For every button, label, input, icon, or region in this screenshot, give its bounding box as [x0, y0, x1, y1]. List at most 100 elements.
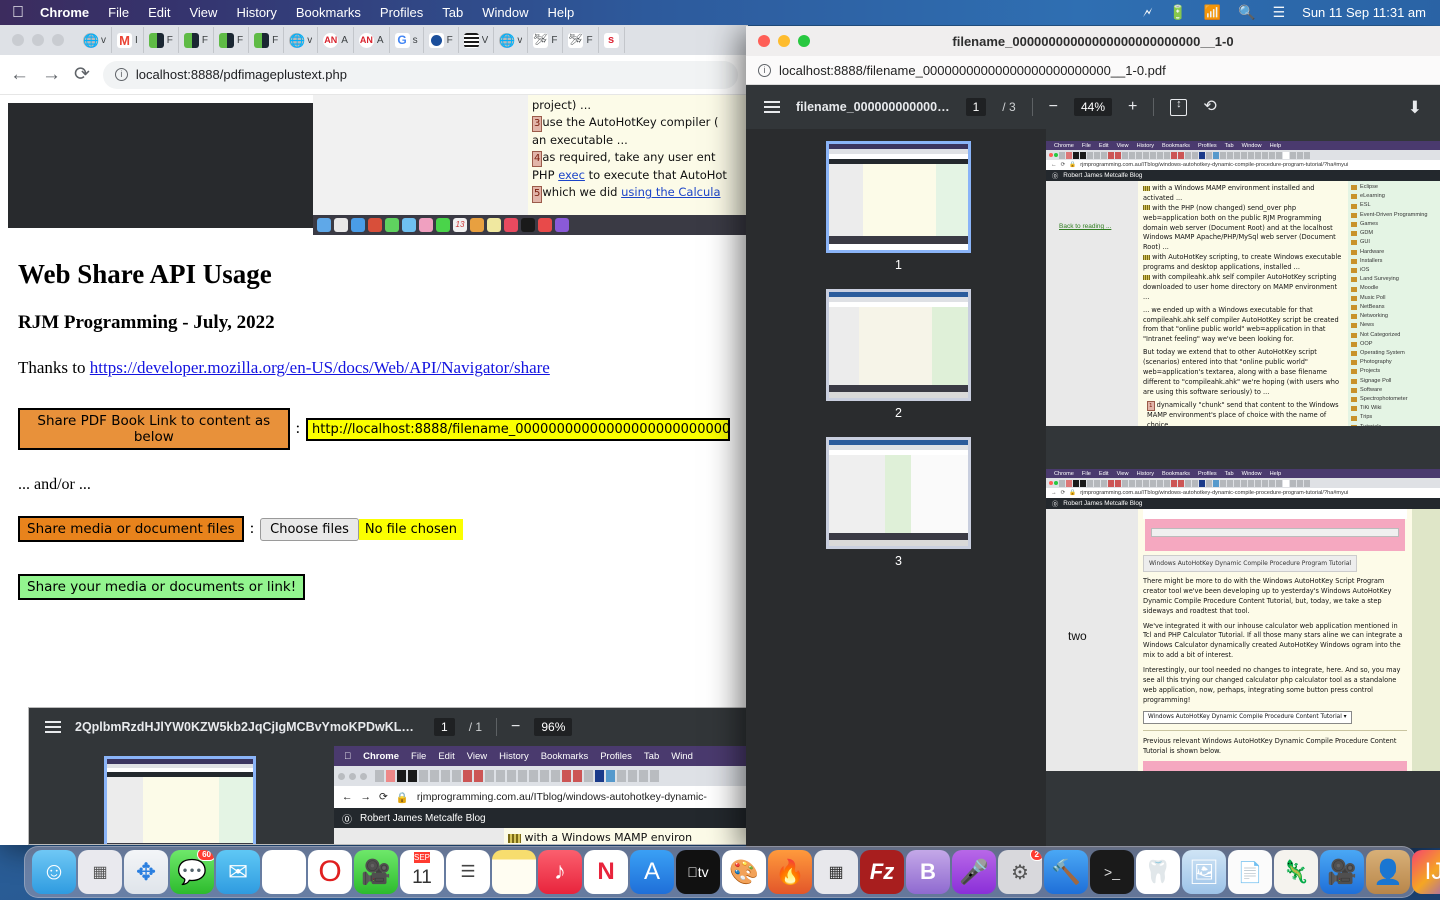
podcasts-icon[interactable]: 🎤	[952, 850, 996, 894]
tab-item[interactable]: MI	[112, 27, 144, 53]
maximize-button[interactable]	[52, 34, 64, 46]
tab-item[interactable]: AN A	[354, 27, 390, 53]
preview-icon[interactable]: 🖼	[1182, 850, 1226, 894]
menu-item-view[interactable]: View	[189, 5, 217, 20]
intellij-icon[interactable]: IJ	[1412, 850, 1440, 894]
plus-icon[interactable]: +	[1128, 99, 1137, 115]
document-icon[interactable]: 📄	[1228, 850, 1272, 894]
back-arrow-icon[interactable]: ←	[10, 65, 29, 84]
thumbnail-item-1[interactable]: 1	[826, 141, 971, 272]
opera-icon[interactable]: O	[308, 850, 352, 894]
tab-item[interactable]: F	[144, 27, 179, 53]
safari-icon[interactable]: ✥	[124, 850, 168, 894]
embedded-zoom-level[interactable]: 96%	[534, 718, 573, 736]
address-bar[interactable]: i localhost:8888/pdfimageplustext.php	[102, 60, 738, 89]
menu-item-profiles[interactable]: Profiles	[380, 5, 423, 20]
tab-item[interactable]: AN A	[318, 27, 354, 53]
calendar-icon[interactable]: SEP 11	[400, 850, 444, 894]
tab-item[interactable]: F	[424, 27, 459, 53]
messages-icon[interactable]: 💬 60	[170, 850, 214, 894]
minimize-button[interactable]	[32, 34, 44, 46]
menu-item-help[interactable]: Help	[548, 5, 575, 20]
pdf-window-titlebar[interactable]: filename_00000000000000000000000000__1-0	[746, 26, 1440, 56]
menu-item-bookmarks[interactable]: Bookmarks	[296, 5, 361, 20]
tab-item[interactable]: v	[494, 27, 529, 53]
app-store-icon[interactable]: A	[630, 850, 674, 894]
pdf-viewer-window[interactable]: filename_00000000000000000000000000__1-0…	[746, 26, 1440, 848]
chrome-browser-window[interactable]: v MI F F F F v ANA ANA Gs F V v F F s ← …	[0, 25, 748, 845]
photos-icon[interactable]: ❉	[262, 850, 306, 894]
launchpad-icon[interactable]: ▦	[78, 850, 122, 894]
apple-tv-icon[interactable]: tv	[676, 850, 720, 894]
firefox-icon[interactable]: 🔥	[768, 850, 812, 894]
brave-icon[interactable]: B	[906, 850, 950, 894]
reminders-icon[interactable]: ☰	[446, 850, 490, 894]
xcode-hammer-icon[interactable]: 🔨	[1044, 850, 1088, 894]
wifi-icon[interactable]: 📶	[1204, 4, 1221, 21]
hamburger-menu-icon[interactable]	[45, 721, 61, 733]
pdf-thumbnail-sidebar[interactable]: 1 2 3	[746, 129, 1046, 848]
pdf-window-url-bar[interactable]: i localhost:8888/filename_00000000000000…	[746, 56, 1440, 85]
menu-item-file[interactable]: File	[108, 5, 129, 20]
mail-icon[interactable]: ✉	[216, 850, 260, 894]
notes-icon[interactable]	[492, 850, 536, 894]
share-link-input[interactable]: http://localhost:8888/filename_000000000…	[306, 417, 730, 441]
menu-item-edit[interactable]: Edit	[148, 5, 170, 20]
gear-icon[interactable]: ⚙ 2	[998, 850, 1042, 894]
tab-item[interactable]: v	[78, 27, 112, 53]
facetime-icon[interactable]: 🎥	[354, 850, 398, 894]
tab-item[interactable]: F	[179, 27, 214, 53]
tab-item[interactable]: V	[459, 27, 495, 53]
minus-icon[interactable]: −	[511, 719, 520, 735]
window-traffic-lights[interactable]	[12, 34, 64, 46]
tab-item[interactable]: F	[528, 27, 564, 53]
back-to-reading-link[interactable]: Back to reading ...	[1059, 223, 1111, 230]
video-camera-icon[interactable]: 🎥	[1320, 850, 1364, 894]
minus-icon[interactable]: −	[1049, 99, 1058, 115]
tab-item[interactable]: F	[563, 27, 599, 53]
control-center-icon[interactable]: ☰	[1273, 4, 1286, 21]
paint-palette-icon[interactable]: 🎨	[722, 850, 766, 894]
reload-icon[interactable]: ⟳	[74, 65, 90, 84]
thumbnail-item-2[interactable]: 2	[826, 289, 971, 420]
search-icon[interactable]: 🔍	[1238, 4, 1255, 21]
music-icon[interactable]: ♪	[538, 850, 582, 894]
menu-item-history[interactable]: History	[236, 5, 276, 20]
close-button[interactable]	[12, 34, 24, 46]
share-media-files-button[interactable]: Share media or document files	[18, 516, 244, 542]
embedded-thumbnail[interactable]	[104, 756, 256, 844]
download-icon[interactable]: ⬇	[1408, 99, 1422, 116]
mdn-link[interactable]: https://developer.mozilla.org/en-US/docs…	[90, 358, 550, 377]
tab-item[interactable]: v	[284, 27, 319, 53]
apple-icon[interactable]: 	[12, 4, 24, 21]
embedded-page-number-input[interactable]: 1	[434, 718, 455, 736]
tab-item[interactable]: F	[249, 27, 285, 53]
terminal-icon[interactable]: >_	[1090, 850, 1134, 894]
menu-item-tab[interactable]: Tab	[442, 5, 463, 20]
fit-page-icon[interactable]	[1170, 98, 1188, 116]
forward-arrow-icon[interactable]: →	[42, 65, 61, 84]
share-pdf-book-link-button[interactable]: Share PDF Book Link to content as below	[18, 408, 290, 450]
info-icon[interactable]: i	[114, 68, 128, 81]
share-submit-button[interactable]: Share your media or documents or link!	[18, 574, 306, 600]
exec-link[interactable]: exec	[558, 168, 585, 182]
filezilla-icon[interactable]: Fz	[860, 850, 904, 894]
menu-item-chrome[interactable]: Chrome	[40, 5, 89, 20]
bluetooth-icon[interactable]: 🗲	[1143, 4, 1152, 21]
pdf-page-number-input[interactable]: 1	[965, 98, 987, 116]
contacts-icon[interactable]: 👤	[1366, 850, 1410, 894]
info-icon[interactable]: i	[758, 63, 771, 77]
pdf-zoom-level[interactable]: 44%	[1073, 98, 1112, 116]
tab-item[interactable]: F	[214, 27, 250, 53]
gimp-icon[interactable]: 🦎	[1274, 850, 1318, 894]
choose-files-button[interactable]: Choose files	[260, 517, 359, 541]
tab-item[interactable]: Gs	[390, 27, 424, 53]
embedded-pdf-viewer[interactable]: 2QplbmRzdHJlYW0KZW5kb2JqCjIgMCBvYmoKPDwK…	[28, 707, 748, 845]
battery-charging-icon[interactable]: 🔋	[1169, 4, 1186, 21]
menu-item-window[interactable]: Window	[482, 5, 528, 20]
rotate-icon[interactable]: ⟲	[1203, 99, 1216, 115]
tab-item[interactable]: s	[599, 27, 625, 53]
thumbnail-item-3[interactable]: 3	[826, 437, 971, 568]
tooth-icon[interactable]: 🦷	[1136, 850, 1180, 894]
hamburger-menu-icon[interactable]	[764, 101, 780, 113]
